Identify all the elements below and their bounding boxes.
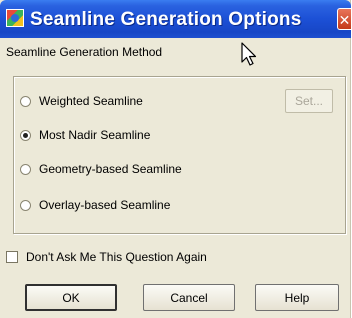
radio-button-unchecked[interactable]: [20, 199, 31, 211]
radio-overlay-based-seamline[interactable]: Overlay-based Seamline: [20, 196, 170, 214]
radio-weighted-seamline[interactable]: Weighted Seamline: [20, 92, 143, 110]
dont-ask-checkbox-row[interactable]: Don't Ask Me This Question Again: [6, 248, 207, 266]
radio-button-checked[interactable]: [20, 129, 31, 141]
radio-button-unchecked[interactable]: [20, 163, 31, 175]
cancel-button[interactable]: Cancel: [143, 284, 235, 311]
radio-label: Overlay-based Seamline: [39, 198, 171, 212]
window-title: Seamline Generation Options: [30, 9, 302, 30]
title-bar[interactable]: Seamline Generation Options ✕: [0, 0, 351, 38]
seamline-options-dialog: Seamline Generation Options ✕ Seamline G…: [0, 0, 351, 318]
radio-most-nadir-seamline[interactable]: Most Nadir Seamline: [20, 126, 150, 144]
set-button: Set...: [285, 89, 333, 113]
app-icon: [6, 9, 24, 27]
radio-label: Most Nadir Seamline: [39, 128, 151, 142]
radio-label: Geometry-based Seamline: [39, 162, 182, 176]
mouse-pointer-icon: [241, 42, 257, 66]
close-button[interactable]: ✕: [337, 8, 351, 30]
ok-button[interactable]: OK: [25, 284, 117, 311]
dont-ask-label: Don't Ask Me This Question Again: [26, 250, 207, 264]
radio-label: Weighted Seamline: [39, 94, 143, 108]
method-group-label: Seamline Generation Method: [6, 45, 163, 59]
radio-geometry-based-seamline[interactable]: Geometry-based Seamline: [20, 160, 182, 178]
radio-button-unchecked[interactable]: [20, 95, 31, 107]
help-button[interactable]: Help: [255, 284, 339, 311]
dont-ask-checkbox[interactable]: [6, 251, 18, 263]
